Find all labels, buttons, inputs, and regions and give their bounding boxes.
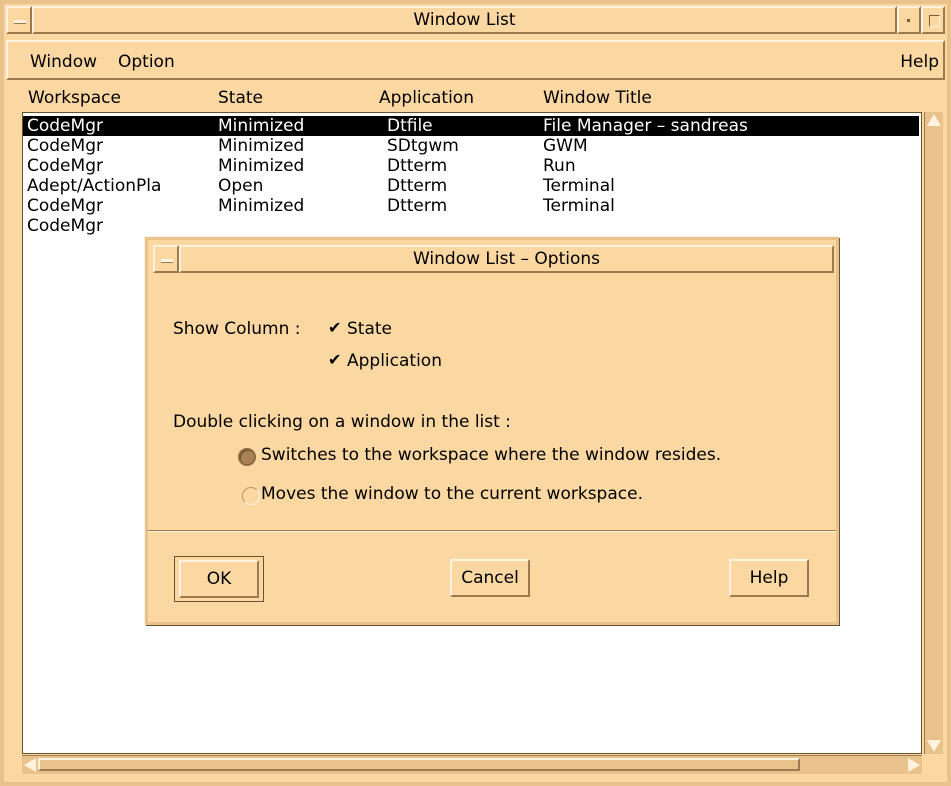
cell-window-title: Terminal — [543, 196, 615, 216]
cell-window-title: File Manager – sandreas — [543, 116, 748, 136]
help-button[interactable]: Help — [729, 559, 809, 597]
maximize-icon — [929, 15, 940, 27]
cell-window-title: Run — [543, 156, 576, 176]
cell-window-title: Terminal — [543, 176, 615, 196]
show-column-label: Show Column : — [173, 319, 301, 339]
options-dialog: Window List – Options Show Column : ✔ St… — [145, 237, 839, 625]
window-title: Window List — [32, 6, 897, 34]
cell-state: Open — [218, 176, 264, 196]
minimize-button[interactable] — [897, 6, 921, 34]
cell-workspace: CodeMgr — [27, 196, 103, 216]
menu-option[interactable]: Option — [118, 52, 175, 72]
cell-workspace: CodeMgr — [27, 136, 103, 156]
cell-workspace: Adept/ActionPla — [27, 176, 162, 196]
dialog-title: Window List – Options — [179, 245, 834, 273]
list-row[interactable]: CodeMgr — [23, 216, 919, 236]
list-row[interactable]: CodeMgr Minimized SDtgwm GWM — [23, 136, 919, 156]
list-row[interactable]: Adept/ActionPla Open Dtterm Terminal — [23, 176, 919, 196]
scroll-down-icon[interactable] — [927, 740, 941, 752]
double-click-label: Double clicking on a window in the list … — [173, 412, 511, 432]
dialog-titlebar[interactable]: Window List – Options — [153, 245, 834, 273]
state-checkbox[interactable]: ✔ — [328, 318, 342, 337]
switch-workspace-radio[interactable] — [238, 448, 256, 466]
dialog-menu-icon — [161, 259, 173, 263]
scroll-up-icon[interactable] — [927, 114, 941, 126]
check-icon: ✔ — [328, 318, 342, 337]
cell-application: Dtfile — [387, 116, 433, 136]
cell-state: Minimized — [218, 136, 305, 156]
cell-window-title: GWM — [543, 136, 588, 156]
cell-state: Minimized — [218, 116, 305, 136]
maximize-button[interactable] — [921, 6, 945, 34]
column-header-window-title: Window Title — [543, 88, 652, 108]
column-header-state: State — [218, 88, 263, 108]
column-header-workspace: Workspace — [28, 88, 121, 108]
dialog-menu-button[interactable] — [153, 245, 179, 273]
dialog-separator — [148, 530, 836, 532]
horizontal-scrollbar[interactable] — [22, 755, 922, 774]
cell-workspace: CodeMgr — [27, 156, 103, 176]
scroll-left-icon[interactable] — [24, 758, 36, 772]
window-menu-icon — [14, 20, 26, 24]
move-window-radio[interactable] — [242, 487, 260, 505]
horizontal-scroll-thumb[interactable] — [38, 758, 800, 771]
list-row[interactable]: CodeMgr Minimized Dtterm Run — [23, 156, 919, 176]
scroll-right-icon[interactable] — [908, 758, 920, 772]
titlebar[interactable]: Window List — [6, 6, 945, 34]
cell-workspace: CodeMgr — [27, 116, 103, 136]
cell-workspace: CodeMgr — [27, 216, 103, 236]
list-row[interactable]: CodeMgr Minimized Dtterm Terminal — [23, 196, 919, 216]
ok-button[interactable]: OK — [179, 560, 259, 598]
cell-state: Minimized — [218, 196, 305, 216]
menu-window[interactable]: Window — [30, 52, 97, 72]
cell-application: Dtterm — [387, 196, 448, 216]
menu-help[interactable]: Help — [900, 52, 939, 72]
column-header-application: Application — [379, 88, 474, 108]
menubar: Window Option Help — [6, 40, 945, 80]
vertical-scrollbar[interactable] — [924, 112, 943, 754]
check-icon: ✔ — [328, 350, 342, 369]
cancel-button[interactable]: Cancel — [450, 559, 530, 597]
application-checkbox[interactable]: ✔ — [328, 350, 342, 369]
cell-application: SDtgwm — [387, 136, 459, 156]
cell-state: Minimized — [218, 156, 305, 176]
state-checkbox-label[interactable]: State — [347, 319, 392, 339]
list-row[interactable]: CodeMgr Minimized Dtfile File Manager – … — [23, 116, 919, 136]
cell-application: Dtterm — [387, 176, 448, 196]
cell-application: Dtterm — [387, 156, 448, 176]
minimize-icon — [907, 19, 910, 22]
move-window-label[interactable]: Moves the window to the current workspac… — [261, 484, 643, 504]
switch-workspace-label[interactable]: Switches to the workspace where the wind… — [261, 445, 721, 465]
window-menu-button[interactable] — [6, 6, 32, 34]
application-checkbox-label[interactable]: Application — [347, 351, 442, 371]
